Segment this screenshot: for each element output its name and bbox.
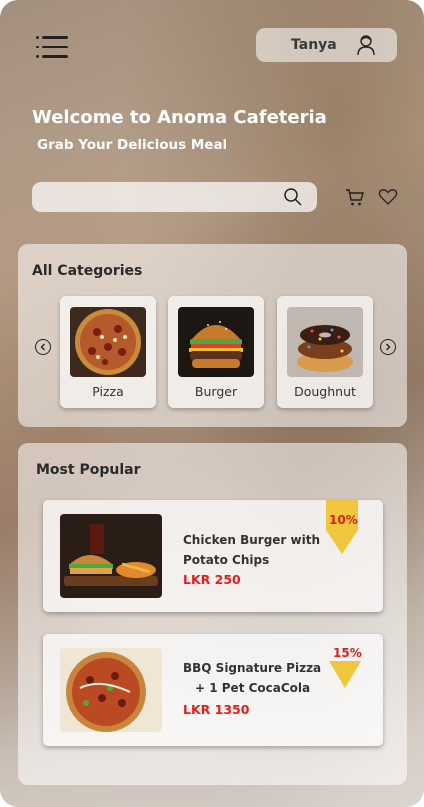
item-price: LKR 1350 [183, 702, 250, 717]
category-card-doughnut[interactable]: Doughnut [277, 296, 373, 408]
cart-icon[interactable] [345, 187, 365, 207]
chevron-right-icon[interactable] [380, 339, 396, 355]
item-name-line2: + 1 Pet CocaCola [195, 681, 311, 695]
menu-icon[interactable] [36, 36, 68, 60]
search-input[interactable] [32, 182, 317, 212]
item-name-line2: Potato Chips [183, 553, 270, 567]
doughnut-image [287, 307, 363, 377]
heart-icon[interactable] [378, 188, 398, 206]
discount-label: 15% [333, 646, 362, 660]
discount-flag [326, 500, 358, 554]
category-card-pizza[interactable]: Pizza [60, 296, 156, 408]
popular-item-card[interactable]: Chicken Burger with Potato Chips LKR 250… [43, 500, 383, 612]
welcome-subtitle: Grab Your Delicious Meal [37, 137, 228, 153]
discount-flag [329, 661, 361, 688]
categories-title: All Categories [32, 263, 143, 279]
user-icon [357, 35, 375, 56]
welcome-title: Welcome to Anoma Cafeteria [32, 107, 327, 128]
burger-image [178, 307, 254, 377]
item-price: LKR 250 [183, 572, 241, 587]
user-profile-button[interactable]: Tanya [256, 28, 397, 62]
user-name: Tanya [291, 37, 337, 53]
category-label: Doughnut [294, 384, 356, 399]
popular-title: Most Popular [36, 462, 141, 478]
item-name-line1: Chicken Burger with [183, 533, 321, 547]
bbq-pizza-image [60, 648, 162, 732]
popular-item-card[interactable]: BBQ Signature Pizza + 1 Pet CocaCola LKR… [43, 634, 383, 746]
discount-label: 10% [329, 513, 358, 527]
search-icon[interactable] [283, 187, 303, 207]
chevron-left-icon[interactable] [35, 339, 51, 355]
pizza-image [70, 307, 146, 377]
chicken-burger-image [60, 514, 162, 598]
item-name-line1: BBQ Signature Pizza [183, 661, 322, 675]
app-screen: Tanya Welcome to Anoma Cafeteria Grab Yo… [0, 0, 424, 807]
category-label: Pizza [92, 384, 124, 399]
category-card-burger[interactable]: Burger [168, 296, 264, 408]
category-label: Burger [194, 384, 238, 399]
